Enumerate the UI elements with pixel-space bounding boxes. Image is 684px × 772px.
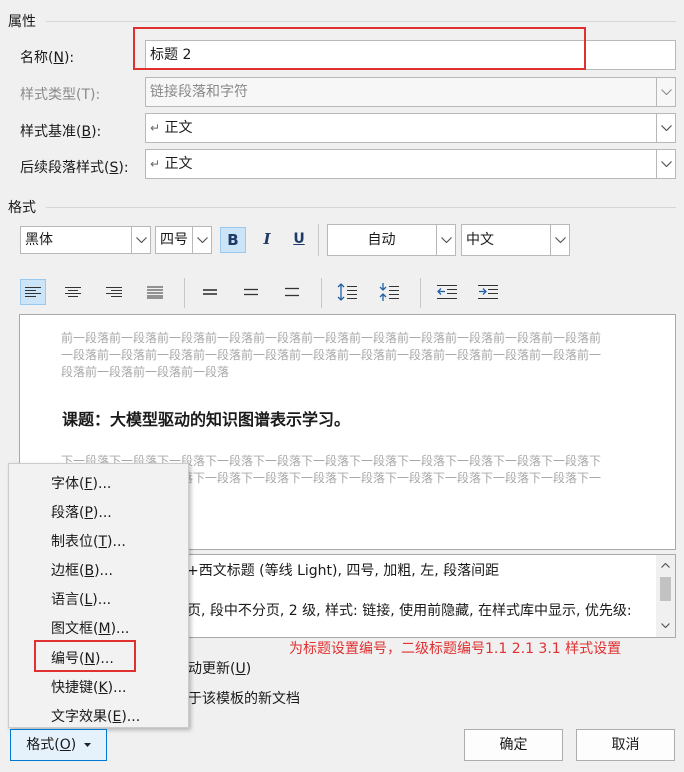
align-center-icon bbox=[65, 287, 81, 297]
format-section-title: 格式 bbox=[8, 200, 36, 216]
increase-indent-button[interactable] bbox=[475, 279, 501, 305]
chevron-down-icon bbox=[197, 237, 208, 243]
font-select[interactable]: 黑体 bbox=[20, 226, 151, 254]
toolbar-separator bbox=[321, 278, 322, 308]
decrease-spacing-icon bbox=[379, 283, 399, 301]
double-spacing-button[interactable] bbox=[279, 279, 305, 305]
align-center-button[interactable] bbox=[60, 279, 86, 305]
one-half-spacing-button[interactable] bbox=[238, 279, 264, 305]
toolbar-separator bbox=[184, 278, 185, 308]
menu-item-shortcut-key[interactable]: 快捷键(K)... bbox=[51, 677, 126, 697]
following-style-label: 后续段落样式(S): bbox=[20, 160, 129, 176]
chevron-down-icon bbox=[661, 125, 672, 131]
style-based-on-dropdown-button[interactable] bbox=[656, 113, 676, 143]
single-spacing-icon bbox=[203, 289, 217, 295]
font-size-select[interactable]: 四号 bbox=[155, 226, 212, 254]
name-label: 名称(N): bbox=[20, 50, 75, 66]
menu-item-font[interactable]: 字体(F)... bbox=[51, 473, 111, 493]
justify-icon bbox=[147, 286, 163, 299]
toolbar-separator bbox=[318, 224, 319, 256]
script-select[interactable]: 中文 bbox=[461, 224, 570, 256]
toolbar-separator bbox=[420, 278, 421, 308]
caret-down-icon bbox=[83, 743, 91, 747]
align-right-icon bbox=[106, 287, 122, 297]
cancel-button[interactable]: 取消 bbox=[576, 729, 675, 761]
name-highlight-box bbox=[133, 27, 586, 70]
menu-item-frame[interactable]: 图文框(M)... bbox=[51, 618, 129, 638]
numbering-highlight-box bbox=[34, 640, 136, 672]
description-line-2: 页, 段中不分页, 2 级, 样式: 链接, 使用前隐藏, 在样式库中显示, 优… bbox=[187, 603, 632, 619]
menu-item-text-effects[interactable]: 文字效果(E)... bbox=[51, 706, 140, 726]
paragraph-mark-icon: ↵ bbox=[150, 121, 161, 135]
bold-button[interactable]: B bbox=[220, 227, 246, 253]
one-half-spacing-icon bbox=[244, 288, 258, 296]
description-line-1: +西文标题 (等线 Light), 四号, 加粗, 左, 段落间距 bbox=[187, 563, 500, 579]
justify-button[interactable] bbox=[142, 279, 168, 305]
scroll-down-icon[interactable] bbox=[661, 623, 670, 628]
format-menu: 字体(F)... 段落(P)... 制表位(T)... 边框(B)... 语言(… bbox=[8, 463, 189, 728]
auto-update-label[interactable]: 动更新(U) bbox=[188, 658, 251, 678]
style-type-select[interactable]: 链接段落和字符 bbox=[145, 77, 676, 107]
single-spacing-button[interactable] bbox=[197, 279, 223, 305]
template-option-label[interactable]: 于该模板的新文档 bbox=[188, 688, 300, 708]
format-divider bbox=[46, 207, 676, 208]
annotation-text: 为标题设置编号，二级标题编号1.1 2.1 3.1 样式设置 bbox=[289, 641, 622, 657]
style-based-on-select[interactable]: ↵ 正文 bbox=[145, 113, 676, 143]
underline-button[interactable]: U bbox=[286, 227, 312, 253]
properties-divider bbox=[46, 21, 676, 22]
decrease-indent-icon bbox=[437, 285, 457, 299]
font-color-select[interactable]: 自动 bbox=[327, 224, 456, 256]
double-spacing-icon bbox=[285, 287, 299, 297]
font-color-dropdown-button[interactable] bbox=[436, 224, 456, 256]
description-scrollbar[interactable] bbox=[656, 555, 675, 637]
align-left-icon bbox=[25, 287, 41, 297]
ok-button[interactable]: 确定 bbox=[464, 729, 563, 761]
menu-item-language[interactable]: 语言(L)... bbox=[51, 589, 111, 609]
following-style-dropdown-button[interactable] bbox=[656, 149, 676, 179]
decrease-paragraph-spacing-button[interactable] bbox=[376, 279, 402, 305]
preview-previous-paragraph: 前一段落前一段落前一段落前一段落前一段落前一段落前一段落前一段落前一段落前一段落… bbox=[61, 331, 602, 379]
align-left-button[interactable] bbox=[20, 279, 46, 305]
chevron-down-icon bbox=[136, 237, 147, 243]
menu-item-tabs[interactable]: 制表位(T)... bbox=[51, 531, 126, 551]
italic-button[interactable]: I bbox=[254, 227, 280, 253]
scroll-up-icon[interactable] bbox=[661, 563, 670, 568]
chevron-down-icon bbox=[555, 237, 566, 243]
align-right-button[interactable] bbox=[101, 279, 127, 305]
increase-paragraph-spacing-button[interactable] bbox=[334, 279, 360, 305]
scrollbar-thumb[interactable] bbox=[660, 577, 671, 601]
style-type-label: 样式类型(T): bbox=[20, 87, 101, 103]
font-dropdown-button[interactable] bbox=[131, 226, 151, 254]
following-style-select[interactable]: ↵ 正文 bbox=[145, 149, 676, 179]
paragraph-mark-icon: ↵ bbox=[150, 157, 161, 171]
chevron-down-icon bbox=[661, 161, 672, 167]
format-menu-button[interactable]: 格式(O) bbox=[10, 729, 107, 761]
chevron-down-icon bbox=[441, 237, 452, 243]
increase-indent-icon bbox=[478, 285, 498, 299]
style-type-dropdown-button[interactable] bbox=[656, 77, 676, 107]
menu-item-border[interactable]: 边框(B)... bbox=[51, 560, 113, 580]
script-dropdown-button[interactable] bbox=[550, 224, 570, 256]
chevron-down-icon bbox=[661, 89, 672, 95]
font-size-dropdown-button[interactable] bbox=[192, 226, 212, 254]
properties-section-title: 属性 bbox=[8, 14, 36, 30]
decrease-indent-button[interactable] bbox=[434, 279, 460, 305]
preview-sample-text: 课题：大模型驱动的知识图谱表示学习。 bbox=[62, 410, 351, 429]
menu-item-paragraph[interactable]: 段落(P)... bbox=[51, 502, 112, 522]
increase-spacing-icon bbox=[337, 283, 357, 301]
style-based-on-label: 样式基准(B): bbox=[20, 124, 102, 140]
